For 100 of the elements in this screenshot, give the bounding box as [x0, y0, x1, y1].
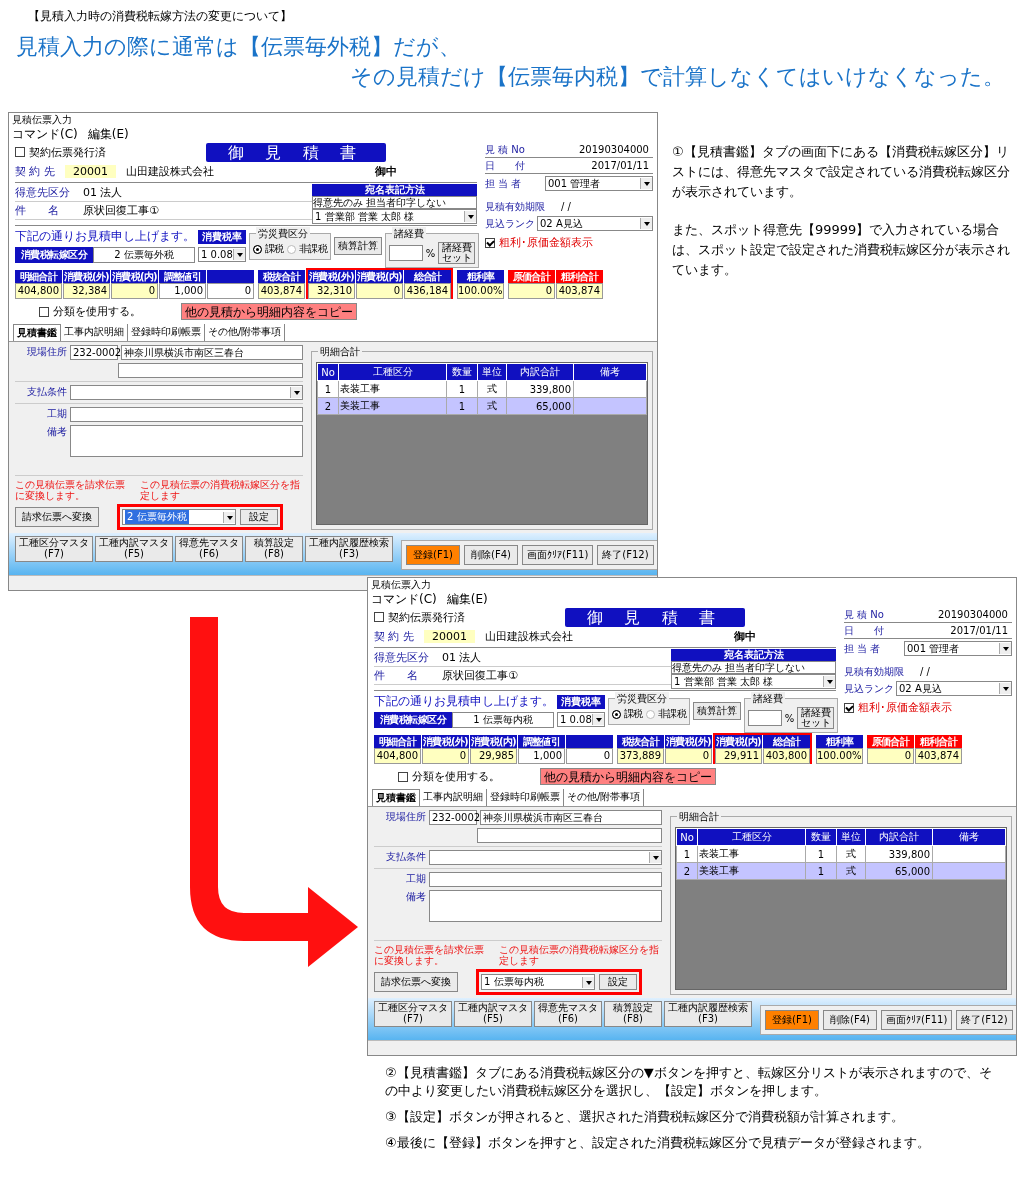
set-button[interactable]: 諸経費セット: [797, 707, 835, 729]
radio-button[interactable]: [645, 709, 655, 719]
calculate-button[interactable]: 積算計算: [693, 702, 742, 720]
set-button[interactable]: 設定: [599, 974, 637, 990]
tab[interactable]: その他/附帯事項: [564, 789, 645, 806]
menu-item[interactable]: 編集(E): [446, 591, 488, 607]
tab[interactable]: 工事内訳明細: [61, 324, 128, 341]
total-value[interactable]: 1,000: [159, 283, 206, 299]
action-button[interactable]: 終了(F12): [597, 545, 654, 565]
copy-button[interactable]: 他の見積から明細内容をコピー: [540, 768, 716, 785]
function-button[interactable]: 工種内訳マスタ (F5): [95, 536, 173, 562]
function-button[interactable]: 工種区分マスタ (F7): [374, 1001, 452, 1027]
input-field[interactable]: 232-0002: [70, 345, 118, 360]
checkbox[interactable]: [15, 147, 25, 157]
company-name: 山田建設株式会社: [485, 628, 573, 644]
table-row[interactable]: 2 美装工事 1 式 65,000: [676, 862, 1006, 880]
menu-item[interactable]: コマンド(C): [12, 126, 78, 142]
column-header: 単位: [477, 363, 507, 381]
tab[interactable]: その他/附帯事項: [205, 324, 286, 341]
field-value: / /: [560, 201, 571, 212]
action-button[interactable]: 画面ｸﾘｱ(F11): [522, 545, 594, 565]
input-field[interactable]: [748, 710, 782, 726]
set-button[interactable]: 設定: [240, 509, 278, 525]
tab[interactable]: 登録時印刷帳票: [128, 324, 205, 341]
column-header: 明細合計: [374, 735, 421, 748]
function-button[interactable]: 工種内訳履歴検索 (F3): [305, 536, 393, 562]
dropdown-field[interactable]: 1 伝票毎内税: [481, 974, 595, 990]
dropdown-field[interactable]: 2 伝票毎外税: [122, 509, 236, 525]
code-field[interactable]: 20001: [65, 164, 116, 178]
checkbox[interactable]: [485, 237, 495, 248]
checkbox[interactable]: [39, 306, 49, 317]
input-field[interactable]: 神奈川県横浜市南区三春台: [121, 345, 303, 360]
dropdown-field[interactable]: 1 0.08: [557, 712, 605, 727]
radio-button[interactable]: [252, 244, 262, 254]
field-value: 2017/01/11: [590, 160, 650, 171]
input-field[interactable]: [477, 828, 662, 843]
field-value: 20190304000: [937, 609, 1009, 620]
tab[interactable]: 見積書鑑: [372, 789, 420, 806]
text-area[interactable]: [70, 425, 303, 457]
menu-item[interactable]: コマンド(C): [371, 591, 437, 607]
table-cell: 表装工事: [338, 380, 447, 398]
function-button[interactable]: 積算設定 (F8): [245, 536, 303, 562]
tab[interactable]: 登録時印刷帳票: [487, 789, 564, 806]
table-row[interactable]: 1 表装工事 1 式 339,800: [676, 845, 1006, 863]
input-field[interactable]: [70, 407, 303, 422]
action-button[interactable]: 削除(F4): [823, 1010, 877, 1030]
input-field[interactable]: [118, 363, 303, 378]
copy-button[interactable]: 他の見積から明細内容をコピー: [181, 303, 357, 320]
group-label: 諸経費: [751, 692, 786, 706]
convert-button[interactable]: 請求伝票へ変換: [374, 972, 458, 992]
field-label: 工期: [46, 407, 67, 421]
dropdown-field[interactable]: 1 営業部 営業 太郎 様: [312, 209, 477, 224]
function-button[interactable]: 積算設定 (F8): [604, 1001, 662, 1027]
checkbox[interactable]: [374, 612, 384, 622]
checkbox[interactable]: [398, 771, 408, 782]
tab[interactable]: 見積書鑑: [13, 324, 61, 341]
code-field[interactable]: 20001: [424, 629, 475, 643]
total-value: 403,874: [258, 283, 305, 299]
checkbox-label: 契約伝票発行済: [388, 609, 465, 625]
dropdown-field[interactable]: [70, 385, 303, 400]
function-button[interactable]: 得意先マスタ (F6): [534, 1001, 602, 1027]
convert-button[interactable]: 請求伝票へ変換: [15, 507, 99, 527]
action-button[interactable]: 終了(F12): [956, 1010, 1013, 1030]
input-field[interactable]: [389, 245, 423, 261]
radio-button[interactable]: [286, 244, 296, 254]
checkbox[interactable]: [844, 702, 854, 713]
dropdown-field[interactable]: [429, 850, 662, 865]
total-value: 0: [422, 748, 469, 764]
radio-button[interactable]: [611, 709, 621, 719]
dropdown-field[interactable]: 001 管理者: [904, 641, 1012, 656]
calculate-button[interactable]: 積算計算: [334, 237, 383, 255]
table-row[interactable]: 1 表装工事 1 式 339,800: [317, 380, 647, 398]
column-header: 消費税(外): [63, 270, 110, 283]
set-button[interactable]: 諸経費セット: [438, 242, 476, 264]
function-button[interactable]: 得意先マスタ (F6): [175, 536, 243, 562]
function-button[interactable]: 工種内訳履歴検索 (F3): [664, 1001, 752, 1027]
dropdown-field[interactable]: 1 0.08: [198, 247, 246, 262]
function-button[interactable]: 工種区分マスタ (F7): [15, 536, 93, 562]
text-area[interactable]: [429, 890, 662, 922]
checkbox-label: 契約伝票発行済: [29, 144, 106, 160]
menu-item[interactable]: 編集(E): [87, 126, 129, 142]
table-row[interactable]: 2 美装工事 1 式 65,000: [317, 397, 647, 415]
input-field[interactable]: [429, 872, 662, 887]
dropdown-field[interactable]: 001 管理者: [545, 176, 653, 191]
input-field[interactable]: 232-0002: [429, 810, 477, 825]
action-button[interactable]: 登録(F1): [765, 1010, 819, 1030]
function-button[interactable]: 工種内訳マスタ (F5): [454, 1001, 532, 1027]
action-button[interactable]: 削除(F4): [464, 545, 518, 565]
total-value[interactable]: 1,000: [518, 748, 565, 764]
total-value[interactable]: 0: [207, 283, 254, 299]
dropdown-field[interactable]: 1 営業部 営業 太郎 様: [671, 674, 836, 689]
action-button[interactable]: 画面ｸﾘｱ(F11): [881, 1010, 953, 1030]
dropdown-field[interactable]: 02 A見込: [537, 216, 653, 231]
field-value: / /: [919, 666, 930, 677]
field-label: 備考: [405, 890, 426, 904]
dropdown-field[interactable]: 02 A見込: [896, 681, 1012, 696]
total-value[interactable]: 0: [566, 748, 613, 764]
action-button[interactable]: 登録(F1): [406, 545, 460, 565]
input-field[interactable]: 神奈川県横浜市南区三春台: [480, 810, 662, 825]
tab[interactable]: 工事内訳明細: [420, 789, 487, 806]
